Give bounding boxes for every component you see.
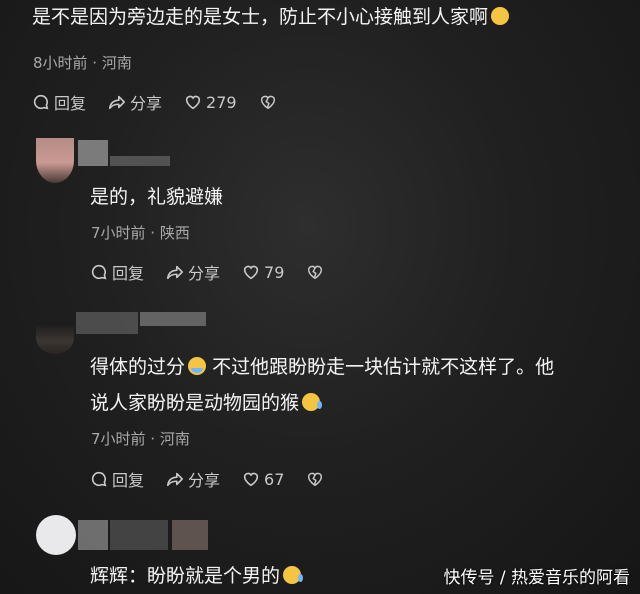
comment-1-meta: 8小时前 · 河南 <box>33 54 132 72</box>
comment-3-text-b: 不过他跟盼盼走一块估计就不这样了。他 <box>212 356 555 378</box>
heart-icon <box>185 95 201 110</box>
reply-icon <box>33 94 49 110</box>
avatar[interactable] <box>36 138 74 183</box>
reply-label: 回复 <box>112 471 145 490</box>
reply-label: 回复 <box>112 264 145 283</box>
username-blurred <box>78 140 108 166</box>
share-icon <box>167 265 184 280</box>
like-button[interactable]: 67 <box>242 470 284 489</box>
reply-button[interactable]: 回复 <box>90 260 144 284</box>
comment-3-text-a: 得体的过分 <box>90 356 186 378</box>
username-blurred-2 <box>110 156 170 166</box>
comment-1-actions: 回复 分享 279 <box>32 90 299 114</box>
like-count: 79 <box>264 262 285 282</box>
reply-button[interactable]: 回复 <box>32 90 86 114</box>
username-blurred <box>76 312 138 334</box>
comment-3-text-c: 说人家盼盼是动物园的猴 <box>90 392 300 414</box>
comment-4-body: 辉辉：盼盼就是个男的 <box>90 565 281 587</box>
like-button[interactable]: 79 <box>242 263 284 282</box>
comment-3-meta: 7小时前 · 河南 <box>91 430 190 448</box>
share-icon <box>109 95 126 110</box>
username-blurred-3 <box>172 520 208 550</box>
share-icon <box>167 472 184 487</box>
comment-2-meta: 7小时前 · 陕西 <box>91 224 190 242</box>
comment-3-actions: 回复 分享 67 <box>90 467 346 491</box>
share-button[interactable]: 分享 <box>166 467 220 491</box>
like-button[interactable]: 279 <box>184 93 237 112</box>
reply-icon <box>91 264 107 280</box>
share-label: 分享 <box>188 471 221 490</box>
dislike-button[interactable] <box>306 263 324 281</box>
broken-heart-icon <box>260 95 275 110</box>
username-blurred-2 <box>140 312 206 326</box>
comment-4-text: 辉辉：盼盼就是个男的 <box>90 561 304 591</box>
comment-1-body: 是不是因为旁边走的是女士，防止不小心接触到人家啊 <box>32 6 489 28</box>
heart-icon <box>243 265 259 280</box>
dislike-button[interactable] <box>306 470 324 488</box>
comment-2-actions: 回复 分享 79 <box>90 260 346 284</box>
avatar[interactable] <box>36 322 74 354</box>
share-button[interactable]: 分享 <box>108 90 162 114</box>
dislike-button[interactable] <box>259 93 277 111</box>
comment-2-text: 是的，礼貌避嫌 <box>90 186 224 208</box>
broken-heart-icon <box>308 265 323 280</box>
like-count: 279 <box>206 92 237 112</box>
username-blurred <box>78 520 108 550</box>
reply-button[interactable]: 回复 <box>90 467 144 491</box>
reply-label: 回复 <box>54 94 87 113</box>
cold-sweat-face-icon <box>188 357 207 375</box>
avatar[interactable] <box>36 515 76 555</box>
rolling-laughing-face-icon <box>283 566 304 584</box>
username-blurred-2 <box>110 520 168 550</box>
comment-1-text: 是不是因为旁边走的是女士，防止不小心接触到人家啊 <box>32 2 510 32</box>
watermark: 快传号 / 热爱音乐的阿看 <box>443 568 630 588</box>
flushed-face-icon <box>491 7 510 25</box>
share-label: 分享 <box>130 94 163 113</box>
share-button[interactable]: 分享 <box>166 260 220 284</box>
broken-heart-icon <box>308 472 323 487</box>
like-count: 67 <box>264 469 285 489</box>
reply-icon <box>91 471 107 487</box>
comment-3-line-1: 得体的过分 不过他跟盼盼走一块估计就不这样了。他 <box>90 352 554 382</box>
share-label: 分享 <box>188 264 221 283</box>
comment-3-line-2: 说人家盼盼是动物园的猴 <box>90 388 323 418</box>
rolling-laughing-face-icon <box>302 393 323 411</box>
heart-icon <box>243 472 259 487</box>
